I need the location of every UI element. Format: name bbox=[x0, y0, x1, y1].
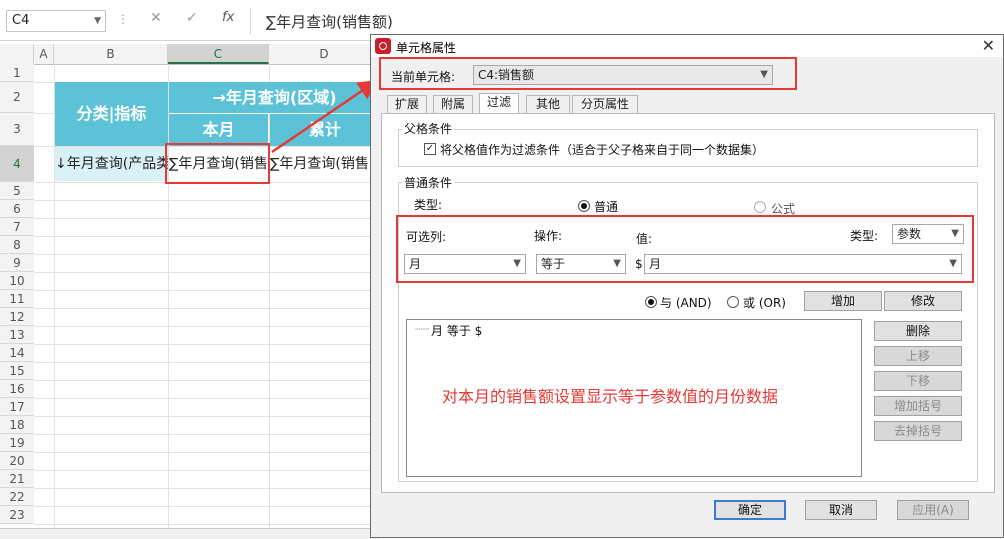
filter-panel: 父格条件 ✓ 将父格值作为过滤条件（适合于父子格来自于同一个数据集） 普通条件 … bbox=[381, 113, 995, 493]
dialog-titlebar: 单元格属性 ✕ bbox=[371, 35, 1003, 57]
apply-button[interactable]: 应用(A) bbox=[897, 500, 969, 520]
parent-filter-checkbox[interactable]: ✓ bbox=[424, 143, 436, 155]
dialog-title: 单元格属性 bbox=[396, 41, 457, 55]
annotation-note: 对本月的销售额设置显示等于参数值的月份数据 bbox=[442, 387, 779, 406]
radio-and[interactable] bbox=[645, 296, 657, 308]
radio-and-label: 与 (AND) bbox=[660, 296, 712, 310]
arrow-to-current-cell bbox=[271, 79, 379, 154]
add-parentheses-button[interactable]: 增加括号 bbox=[874, 396, 962, 416]
tab-other[interactable]: 其他 bbox=[526, 95, 570, 113]
condition-row-highlight bbox=[396, 215, 974, 283]
move-down-button[interactable]: 下移 bbox=[874, 371, 962, 391]
parent-condition-title: 父格条件 bbox=[402, 120, 455, 137]
radio-or[interactable] bbox=[727, 296, 739, 308]
type-label: 类型: bbox=[414, 198, 443, 212]
remove-parentheses-button[interactable]: 去掉括号 bbox=[874, 421, 962, 441]
condition-item[interactable]: 月 等于 $ bbox=[431, 322, 482, 339]
radio-normal[interactable] bbox=[578, 200, 590, 212]
tab-attach[interactable]: 附属 bbox=[433, 95, 473, 113]
radio-or-label: 或 (OR) bbox=[743, 296, 786, 310]
tree-line-icon: ┈┈ bbox=[415, 322, 430, 336]
radio-normal-label: 普通 bbox=[594, 200, 619, 214]
ok-button[interactable]: 确定 bbox=[714, 500, 786, 520]
tab-expand[interactable]: 扩展 bbox=[387, 95, 427, 113]
parent-filter-label: 将父格值作为过滤条件（适合于父子格来自于同一个数据集） bbox=[440, 143, 765, 157]
modify-condition-button[interactable]: 修改 bbox=[884, 291, 962, 311]
add-condition-button[interactable]: 增加 bbox=[804, 291, 882, 311]
move-up-button[interactable]: 上移 bbox=[874, 346, 962, 366]
cancel-button[interactable]: 取消 bbox=[805, 500, 877, 520]
close-icon[interactable]: ✕ bbox=[982, 36, 995, 55]
normal-condition-title: 普通条件 bbox=[402, 174, 455, 191]
current-cell-highlight bbox=[379, 57, 797, 90]
tab-page-props[interactable]: 分页属性 bbox=[572, 95, 638, 113]
radio-formula[interactable] bbox=[754, 201, 766, 213]
delete-button[interactable]: 删除 bbox=[874, 321, 962, 341]
app-logo-icon bbox=[375, 38, 391, 54]
cell-properties-dialog: 单元格属性 ✕ 当前单元格: C4:销售额 ▼ 扩展 附属 过滤 其他 分页属性… bbox=[370, 34, 1004, 538]
tab-filter[interactable]: 过滤 bbox=[479, 93, 519, 114]
